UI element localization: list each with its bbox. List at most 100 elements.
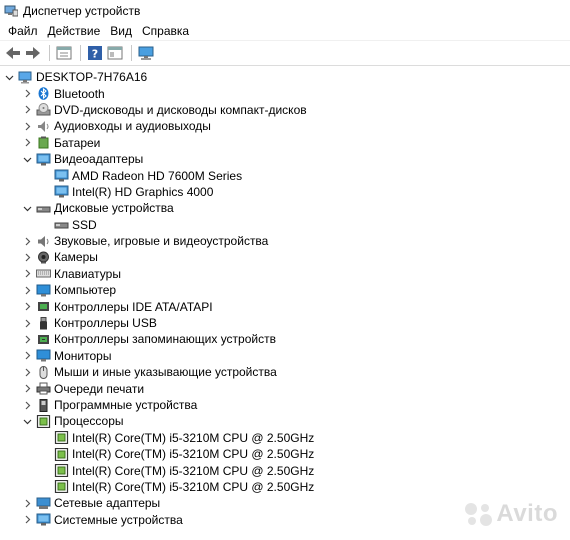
tree-category[interactable]: Мыши и иные указывающие устройства [0,364,570,380]
tree-node-label: Процессоры [54,414,124,429]
tree-category[interactable]: Программные устройства [0,397,570,413]
storage-icon [36,333,51,346]
tree-category[interactable]: Клавиатуры [0,266,570,282]
collapsed-chevron-icon[interactable] [22,498,32,508]
tree-category[interactable]: Компьютер [0,282,570,298]
cpu-icon [36,414,51,428]
tree-node-label: Клавиатуры [54,266,121,281]
tree-node-label: Программные устройства [54,398,198,412]
menu-file[interactable]: Файл [4,24,44,38]
tree-node-label: Мониторы [54,348,112,363]
tree-device[interactable]: Intel(R) Core(TM) i5-3210M CPU @ 2.50GHz [0,446,570,462]
tree-node-label: Intel(R) Core(TM) i5-3210M CPU @ 2.50GHz [72,479,315,494]
tree-category[interactable]: Аудиовходы и аудиовыходы [0,118,570,134]
display-icon [36,153,51,166]
monitor-icon [36,284,51,297]
tree-node-label: Системные устройства [54,512,183,527]
expanded-chevron-icon[interactable] [22,416,32,426]
tree-node-label: Контроллеры USB [54,316,157,331]
window-title: Диспетчер устройств [23,4,141,18]
tree-node-label: Очереди печати [54,381,145,396]
tree-category[interactable]: Звуковые, игровые и видеоустройства [0,233,570,249]
svg-text:?: ? [92,48,98,61]
device-tree: DESKTOP-7H76A16 Bluetooth DVD-дисководы и … [0,69,570,540]
tree-category[interactable]: Мониторы [0,348,570,364]
disk-icon [54,218,69,231]
tree-device[interactable]: Intel(R) Core(TM) i5-3210M CPU @ 2.50GHz [0,430,570,446]
tree-category[interactable]: Процессоры [0,413,570,429]
collapsed-chevron-icon[interactable] [22,515,32,525]
collapsed-chevron-icon[interactable] [22,285,32,295]
tree-category[interactable]: Камеры [0,249,570,265]
tree-node-label: Видеоадаптеры [54,152,144,167]
tree-category[interactable]: Контроллеры IDE ATA/ATAPI [0,298,570,314]
tree-category[interactable]: Контроллеры запоминающих устройств [0,331,570,347]
collapsed-chevron-icon[interactable] [22,351,32,361]
back-icon [6,47,20,59]
tree-category[interactable]: Bluetooth [0,85,570,101]
collapsed-chevron-icon[interactable] [22,302,32,312]
tree-category[interactable]: Дисковые устройства [0,200,570,216]
mouse-icon [36,365,51,379]
view-icon [107,46,123,60]
collapsed-chevron-icon[interactable] [22,400,32,410]
help-button[interactable]: ? [86,44,104,62]
collapsed-chevron-icon[interactable] [22,121,32,131]
collapsed-chevron-icon[interactable] [22,105,32,115]
tree-device[interactable]: Intel(R) HD Graphics 4000 [0,184,570,200]
collapsed-chevron-icon[interactable] [22,384,32,394]
scan-hardware-button[interactable] [137,44,155,62]
collapsed-chevron-icon[interactable] [22,269,32,279]
tree-device[interactable]: Intel(R) Core(TM) i5-3210M CPU @ 2.50GHz [0,479,570,495]
tree-node-label: Bluetooth [54,86,105,101]
back-button[interactable] [4,44,22,62]
expanded-chevron-icon[interactable] [22,203,32,213]
software-icon [36,398,51,412]
tree-device[interactable]: AMD Radeon HD 7600M Series [0,167,570,183]
cpu-icon [54,447,69,461]
tree-node-label: Контроллеры IDE ATA/ATAPI [54,299,213,314]
camera-icon [36,251,51,264]
tree-category[interactable]: Очереди печати [0,380,570,396]
display-icon [54,169,69,182]
tree-node-label: Intel(R) HD Graphics 4000 [72,184,214,199]
menu-help[interactable]: Справка [138,24,195,38]
expanded-chevron-icon[interactable] [22,154,32,164]
battery-icon [36,136,51,149]
menu-action[interactable]: Действие [44,24,107,38]
tree-category[interactable]: Видеоадаптеры [0,151,570,167]
ide-icon [36,300,51,313]
computer-icon [18,71,33,84]
expanded-chevron-icon[interactable] [4,72,14,82]
collapsed-chevron-icon[interactable] [22,89,32,99]
view-button[interactable] [106,44,124,62]
tree-device[interactable]: Intel(R) Core(TM) i5-3210M CPU @ 2.50GHz [0,462,570,478]
tree-node-label: DESKTOP-7H76A16 [36,70,148,85]
tree-root[interactable]: DESKTOP-7H76A16 [0,69,570,85]
tree-node-label: Intel(R) Core(TM) i5-3210M CPU @ 2.50GHz [72,447,315,462]
tree-category[interactable]: DVD-дисководы и дисководы компакт-дисков [0,102,570,118]
forward-button[interactable] [24,44,42,62]
collapsed-chevron-icon[interactable] [22,334,32,344]
toolbar-separator [131,45,132,61]
collapsed-chevron-icon[interactable] [22,138,32,148]
tree-category[interactable]: Батареи [0,135,570,151]
collapsed-chevron-icon[interactable] [22,367,32,377]
collapsed-chevron-icon[interactable] [22,318,32,328]
cpu-icon [54,464,69,478]
collapsed-chevron-icon[interactable] [22,252,32,262]
tree-device[interactable]: SSD [0,217,570,233]
properties-button[interactable] [55,44,73,62]
menu-view[interactable]: Вид [106,24,138,38]
tree-node-label: Звуковые, игровые и видеоустройства [54,234,269,249]
collapsed-chevron-icon[interactable] [22,236,32,246]
tree-node-label: AMD Radeon HD 7600M Series [72,168,243,183]
properties-icon [56,46,72,60]
tree-category[interactable]: Контроллеры USB [0,315,570,331]
title-bar: Диспетчер устройств [0,0,570,22]
watermark-text: Avito [496,500,558,527]
tree-node-label: Мыши и иные указывающие устройства [54,365,277,380]
